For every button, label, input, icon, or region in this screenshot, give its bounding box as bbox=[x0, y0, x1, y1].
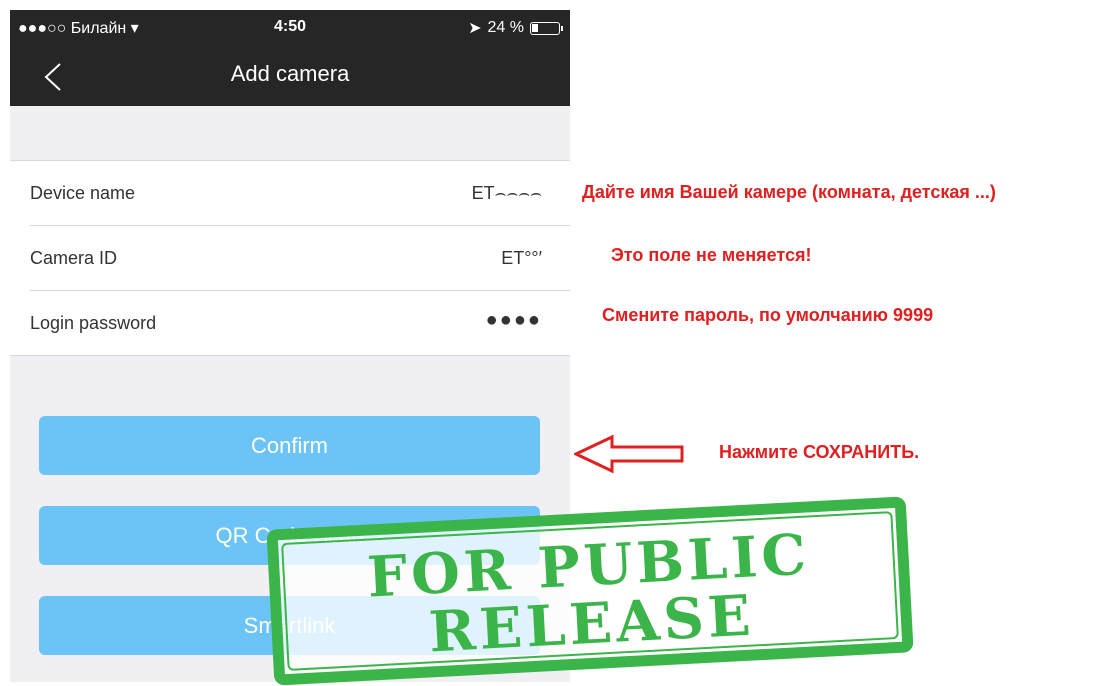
device-name-label: Device name bbox=[30, 183, 136, 203]
login-password-label: Login password bbox=[30, 313, 157, 333]
camera-id-row: Camera ID ET°°′ bbox=[30, 226, 570, 291]
camera-id-label: Camera ID bbox=[30, 248, 118, 268]
camera-id-annotation: Это поле не меняется! bbox=[611, 245, 812, 265]
status-bar: ●●●○○ Билайн ▾ 4:50 ➤ 24 % bbox=[10, 10, 570, 44]
confirm-button[interactable]: Confirm bbox=[39, 416, 540, 475]
login-password-field[interactable]: ●●●● bbox=[486, 309, 542, 332]
camera-id-value: ET°°′ bbox=[501, 248, 542, 268]
device-name-row[interactable]: Device name ET⌢⌢⌢⌢ bbox=[30, 161, 570, 226]
for-public-release-stamp: FOR PUBLIC RELEASE bbox=[266, 496, 914, 686]
battery-percent: 24 % bbox=[487, 19, 524, 36]
page-title: Add camera bbox=[230, 61, 350, 86]
save-annotation: Нажмите СОХРАНИТЬ. bbox=[719, 442, 920, 462]
device-name-annotation: Дайте имя Вашей камере (комната, детская… bbox=[582, 182, 996, 202]
password-annotation: Смените пароль, по умолчанию 9999 bbox=[602, 305, 934, 325]
device-name-field[interactable]: ET⌢⌢⌢⌢ bbox=[472, 183, 542, 204]
login-password-row[interactable]: Login password ●●●● bbox=[30, 291, 570, 355]
status-right: ➤ 24 % bbox=[468, 18, 563, 38]
nav-bar: Add camera bbox=[10, 44, 570, 106]
camera-form: Device name ET⌢⌢⌢⌢ Camera ID ET°°′ Login… bbox=[10, 160, 570, 356]
battery-icon bbox=[530, 21, 563, 35]
left-arrow-icon bbox=[574, 434, 684, 474]
location-arrow-icon: ➤ bbox=[468, 20, 482, 37]
